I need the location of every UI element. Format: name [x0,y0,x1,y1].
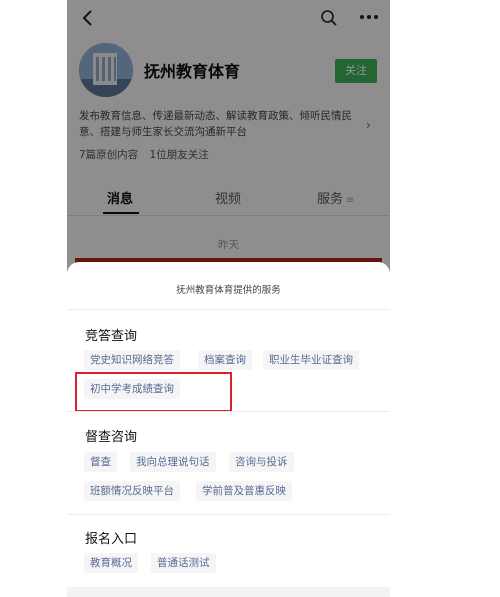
divider [67,514,390,515]
section-heading-inspection-consult: 督查咨询 [85,430,138,445]
service-preschool-report[interactable]: 学前普及普惠反映 [196,481,292,501]
highlight-box [75,372,232,412]
service-inspection[interactable]: 督查 [84,452,117,472]
service-party-history-quiz[interactable]: 党史知识网络竞答 [84,350,180,370]
sheet-title: 抚州教育体育提供的服务 [176,285,281,296]
bottom-safe-area [67,587,390,597]
services-sheet: 抚州教育体育提供的服务 竞答查询 党史知识网络竞答 档案查询 职业生毕业证查询 … [67,262,390,597]
service-archive-query[interactable]: 档案查询 [198,350,252,370]
section-heading-registration: 报名入口 [85,532,138,547]
phone-screen: 抚州教育体育 关注 发布教育信息、传递最新动态、解读教育政策、倾听民情民意、搭建… [67,0,390,597]
service-mandarin-test[interactable]: 普通话测试 [151,553,216,573]
service-class-size-report[interactable]: 班额情况反映平台 [84,481,180,501]
service-consult-complaint[interactable]: 咨询与投诉 [229,452,294,472]
divider [67,411,390,412]
divider [67,309,390,310]
service-vocational-diploma-query[interactable]: 职业生毕业证查询 [263,350,359,370]
service-education-overview[interactable]: 教育概况 [84,553,138,573]
section-heading-quiz-query: 竞答查询 [85,329,138,344]
service-message-to-premier[interactable]: 我向总理说句话 [130,452,216,472]
